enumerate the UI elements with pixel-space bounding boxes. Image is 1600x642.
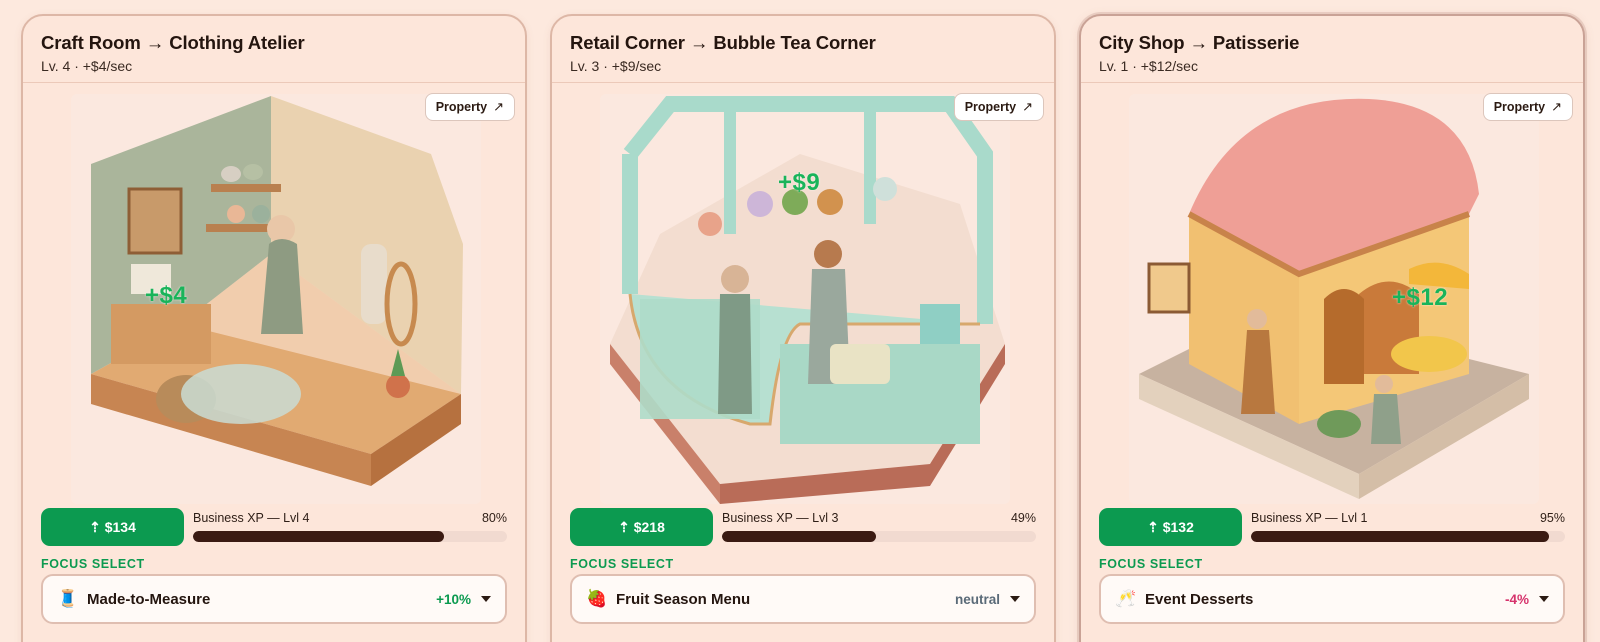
business-xp-progress: Business XP — Lvl 4 80% [193, 508, 507, 546]
property-button-label: Property [964, 100, 1017, 114]
business-card-patisserie: City Shop → Patisserie Lv. 1 · +$12/sec [1079, 14, 1585, 642]
focus-select-dropdown[interactable]: 🥂 Event Desserts -4% [1099, 574, 1565, 624]
xp-fill [1251, 531, 1550, 542]
focus-select-label: FOCUS SELECT [1099, 557, 1203, 571]
card-subtitle: Lv. 4 · +$4/sec [41, 58, 133, 74]
income-gain-popup: +$9 [778, 169, 821, 196]
patisserie-illustration [1139, 98, 1529, 499]
arrow-up-right-icon: ↗ [1022, 99, 1033, 114]
xp-fill [193, 531, 445, 542]
card-title: Craft Room → Clothing Atelier [41, 32, 305, 53]
upgrade-button[interactable]: ⇡ $132 [1099, 508, 1242, 546]
xp-label: Business XP — Lvl 4 [193, 511, 310, 525]
card-title: Retail Corner → Bubble Tea Corner [570, 32, 876, 53]
business-scene-image [71, 94, 481, 504]
income-gain-popup: +$4 [145, 282, 188, 309]
card-title: City Shop → Patisserie [1099, 32, 1300, 53]
bubble-tea-corner-illustration [610, 96, 1005, 504]
focus-option-name: Fruit Season Menu [616, 590, 751, 608]
business-xp-progress: Business XP — Lvl 3 49% [722, 508, 1036, 546]
xp-percent: 49% [1010, 511, 1036, 525]
focus-select-dropdown[interactable]: 🧵 Made-to-Measure +10% [41, 574, 507, 624]
focus-option-name: Event Desserts [1145, 590, 1254, 608]
xp-track [722, 531, 1036, 542]
property-button[interactable]: Property ↗ [953, 93, 1044, 121]
xp-label: Business XP — Lvl 3 [722, 511, 839, 525]
business-scene-image [1129, 94, 1539, 504]
focus-modifier: -4% [1504, 591, 1529, 607]
focus-modifier: +10% [436, 591, 471, 607]
xp-percent: 95% [1539, 511, 1565, 525]
focus-modifier: neutral [954, 591, 1000, 607]
clothing-atelier-illustration [91, 96, 463, 486]
strawberry-icon: 🍓 [586, 589, 608, 608]
property-button-label: Property [1493, 100, 1546, 114]
card-header: Retail Corner → Bubble Tea Corner Lv. 3 … [552, 16, 1054, 83]
arrow-up-right-icon: ↗ [1551, 99, 1562, 114]
chevron-down-icon [1539, 596, 1549, 602]
business-card-bubble-tea-corner: Retail Corner → Bubble Tea Corner Lv. 3 … [550, 14, 1056, 642]
focus-select-label: FOCUS SELECT [41, 557, 145, 571]
chevron-down-icon [481, 596, 491, 602]
xp-fill [722, 531, 876, 542]
chevron-down-icon [1010, 596, 1020, 602]
champagne-glasses-icon: 🥂 [1115, 589, 1137, 608]
xp-track [193, 531, 507, 542]
property-button[interactable]: Property ↗ [424, 93, 515, 121]
focus-option-name: Made-to-Measure [87, 590, 211, 608]
business-scene-image [600, 94, 1010, 504]
card-subtitle: Lv. 3 · +$9/sec [570, 58, 662, 74]
upgrade-button[interactable]: ⇡ $218 [570, 508, 713, 546]
xp-percent: 80% [481, 511, 507, 525]
income-gain-popup: +$12 [1392, 284, 1449, 311]
xp-track [1251, 531, 1565, 542]
focus-select-label: FOCUS SELECT [570, 557, 674, 571]
business-cards-grid: Craft Room → Clothing Atelier Lv. 4 · +$… [0, 0, 1600, 642]
property-button-label: Property [435, 100, 488, 114]
business-xp-progress: Business XP — Lvl 1 95% [1251, 508, 1565, 546]
xp-label: Business XP — Lvl 1 [1251, 511, 1368, 525]
card-subtitle: Lv. 1 · +$12/sec [1099, 58, 1198, 74]
card-header: Craft Room → Clothing Atelier Lv. 4 · +$… [23, 16, 525, 83]
card-controls: ⇡ $134 Business XP — Lvl 4 80% FOCUS SEL… [41, 508, 507, 624]
property-button[interactable]: Property ↗ [1482, 93, 1573, 121]
thread-spool-icon: 🧵 [57, 589, 79, 608]
business-card-clothing-atelier: Craft Room → Clothing Atelier Lv. 4 · +$… [21, 14, 527, 642]
focus-select-dropdown[interactable]: 🍓 Fruit Season Menu neutral [570, 574, 1036, 624]
card-header: City Shop → Patisserie Lv. 1 · +$12/sec [1081, 16, 1583, 83]
upgrade-button[interactable]: ⇡ $134 [41, 508, 184, 546]
arrow-up-right-icon: ↗ [493, 99, 504, 114]
card-controls: ⇡ $218 Business XP — Lvl 3 49% FOCUS SEL… [570, 508, 1036, 624]
card-controls: ⇡ $132 Business XP — Lvl 1 95% FOCUS SEL… [1099, 508, 1565, 624]
